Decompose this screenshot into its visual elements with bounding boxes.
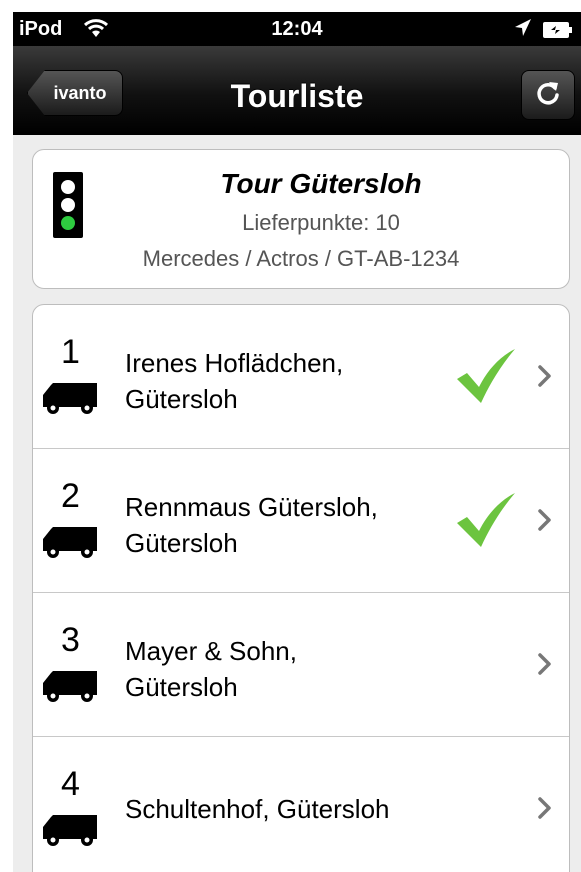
tour-vehicle: Mercedes / Actros / GT-AB-1234 [142,246,460,271]
list-item-stop-2[interactable]: 2 Rennmaus Gütersloh, Gütersloh [33,449,569,593]
stop-number: 1 [61,333,80,371]
stop-name-line1: Mayer & Sohn, [125,636,297,666]
list-item-stop-3[interactable]: 3 Mayer & Sohn, Gütersloh [33,593,569,737]
tour-title: Tour Gütersloh [220,168,422,199]
tour-summary-card: Tour Gütersloh Lieferpunkte: 10 Mercedes… [32,149,570,289]
chevron-right-icon [538,797,551,819]
list-item-stop-1[interactable]: 1 Irenes Hoflädchen, Gütersloh [33,305,569,449]
chevron-right-icon [538,653,551,675]
location-arrow-icon [513,17,533,45]
status-time: 12:04 [271,18,323,40]
refresh-icon [535,80,561,111]
chevron-right-icon [538,509,551,531]
truck-icon [43,383,97,414]
traffic-light-icon [53,172,83,238]
page-title: Tourliste [230,78,364,114]
stop-name-line1: Rennmaus Gütersloh, [125,492,378,522]
truck-icon [43,527,97,558]
status-bar: iPod 12:04 [13,12,581,46]
list-item-stop-4[interactable]: 4 Schultenhof, Gütersloh [33,737,569,872]
stop-name: Irenes Hoflädchen, Gütersloh [125,345,445,417]
stop-name-line2: Gütersloh [125,384,238,414]
checkmark-icon [457,349,515,403]
stop-name: Mayer & Sohn, Gütersloh [125,633,445,705]
stop-name: Rennmaus Gütersloh, Gütersloh [125,489,445,561]
tour-stop-count: Lieferpunkte: 10 [242,210,400,235]
truck-icon [43,671,97,702]
navigation-bar: ivanto Tourliste [13,46,581,135]
stop-name: Schultenhof, Gütersloh [125,791,445,827]
stop-name-line1: Schultenhof, Gütersloh [125,794,390,824]
chevron-right-icon [538,365,551,387]
stop-number: 3 [61,621,80,659]
stop-name-line1: Irenes Hoflädchen, [125,348,344,378]
battery-icon [543,21,573,38]
stop-list: 1 Irenes Hoflädchen, Gütersloh 2 Rennmau… [32,304,570,872]
refresh-button[interactable] [521,70,575,120]
app-frame: iPod 12:04 ivanto Tourliste Tour Gütersl… [13,12,581,872]
stop-number: 4 [61,765,80,803]
truck-icon [43,815,97,846]
stop-number: 2 [61,477,80,515]
checkmark-icon [457,493,515,547]
stop-name-line2: Gütersloh [125,528,238,558]
stop-name-line2: Gütersloh [125,672,238,702]
